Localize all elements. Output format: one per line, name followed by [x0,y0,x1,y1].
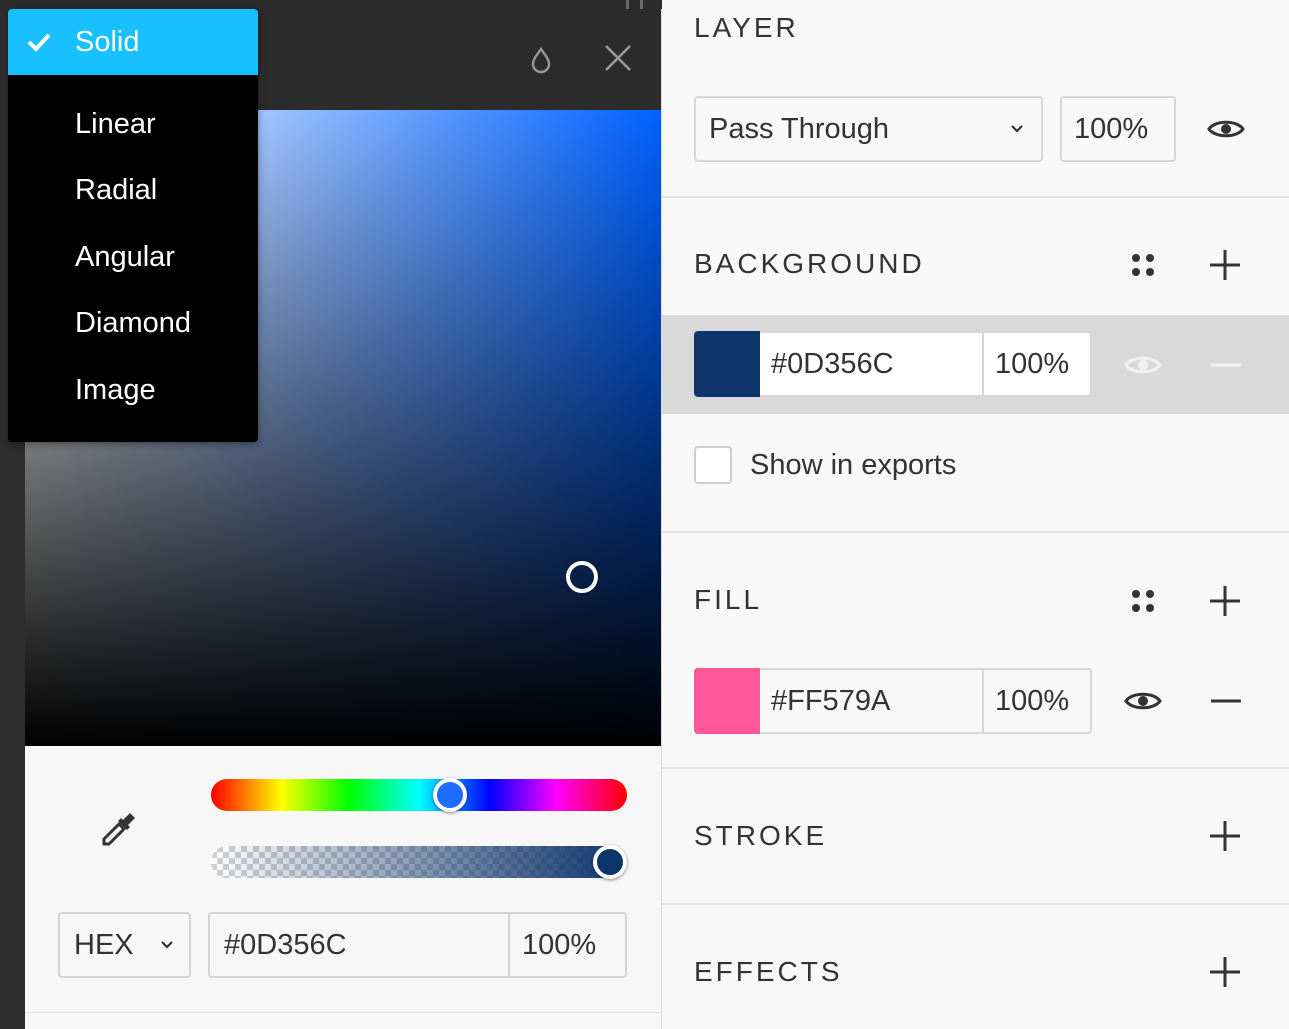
layer-section-title: LAYER [694,12,799,43]
menu-item-label: Solid [75,26,140,58]
stroke-section-title: STROKE [694,820,828,851]
section-divider [662,196,1289,198]
chevron-down-icon [161,941,173,949]
fill-section-title: FILL [694,584,763,615]
blend-mode-select[interactable]: Pass Through [694,96,1043,162]
background-color-swatch[interactable] [694,331,760,397]
alpha-gradient [211,846,627,878]
color-mode-select[interactable]: HEX [58,912,191,978]
alpha-slider[interactable] [211,845,627,879]
fill-type-menu: Solid Linear Radial Angular Diamond Imag… [8,9,258,442]
add-effect-icon[interactable] [1208,955,1242,989]
section-divider [662,531,1289,533]
close-icon[interactable] [603,43,633,73]
check-icon [27,33,51,52]
menu-item-angular[interactable]: Angular [8,224,258,290]
menu-item-linear[interactable]: Linear [8,91,258,157]
add-background-icon[interactable] [1208,248,1242,282]
menu-item-label: Image [75,374,156,406]
fill-hex-input[interactable]: #FF579A [760,668,984,734]
section-divider [662,903,1289,905]
background-section-title: BACKGROUND [694,248,925,279]
drop-icon[interactable] [526,45,556,75]
menu-item-label: Radial [75,174,158,206]
show-in-exports-checkbox[interactable] [694,446,732,484]
blend-mode-value: Pass Through [709,113,890,145]
menu-item-radial[interactable]: Radial [8,157,258,223]
menu-item-image[interactable]: Image [8,357,258,423]
styles-grid-icon[interactable] [1128,250,1158,280]
color-mode-label: HEX [74,929,134,961]
eyedropper-icon[interactable] [97,807,141,851]
effects-section-title: EFFECTS [694,956,843,987]
eye-icon[interactable] [1123,686,1163,716]
remove-fill-icon[interactable] [1209,693,1243,709]
menu-item-diamond[interactable]: Diamond [8,290,258,356]
fill-color-swatch[interactable] [694,668,760,734]
alpha-slider-thumb[interactable] [593,845,627,879]
picker-footer-divider [25,1012,661,1013]
eye-icon[interactable] [1206,114,1246,144]
background-hex-input[interactable]: #0D356C [760,331,984,397]
hue-slider[interactable] [211,778,627,812]
saturation-value-handle[interactable] [566,561,598,593]
menu-item-solid[interactable]: Solid [8,9,258,75]
menu-item-label: Angular [75,241,175,273]
section-divider [662,767,1289,769]
background-opacity-input[interactable]: 100% [984,331,1092,397]
chevron-down-icon [1011,125,1023,133]
remove-background-icon[interactable] [1209,357,1243,373]
hex-input[interactable] [210,914,510,976]
hue-slider-thumb[interactable] [433,778,467,812]
background-color-row: #0D356C 100% [694,331,1092,397]
layer-opacity-input[interactable]: 100% [1060,96,1176,162]
fill-color-row: #FF579A 100% [694,668,1092,734]
menu-item-label: Diamond [75,307,192,339]
add-fill-icon[interactable] [1208,584,1242,618]
add-stroke-icon[interactable] [1208,819,1242,853]
menu-item-label: Linear [75,108,156,140]
styles-grid-icon[interactable] [1128,586,1158,616]
show-in-exports-label[interactable]: Show in exports [750,446,956,484]
inspector-panel: LAYER Pass Through 100% BACKGROUND #0D35… [662,0,1289,1029]
fill-opacity-input[interactable]: 100% [984,668,1092,734]
picker-value-group [208,912,899,978]
eye-icon[interactable] [1123,350,1163,380]
